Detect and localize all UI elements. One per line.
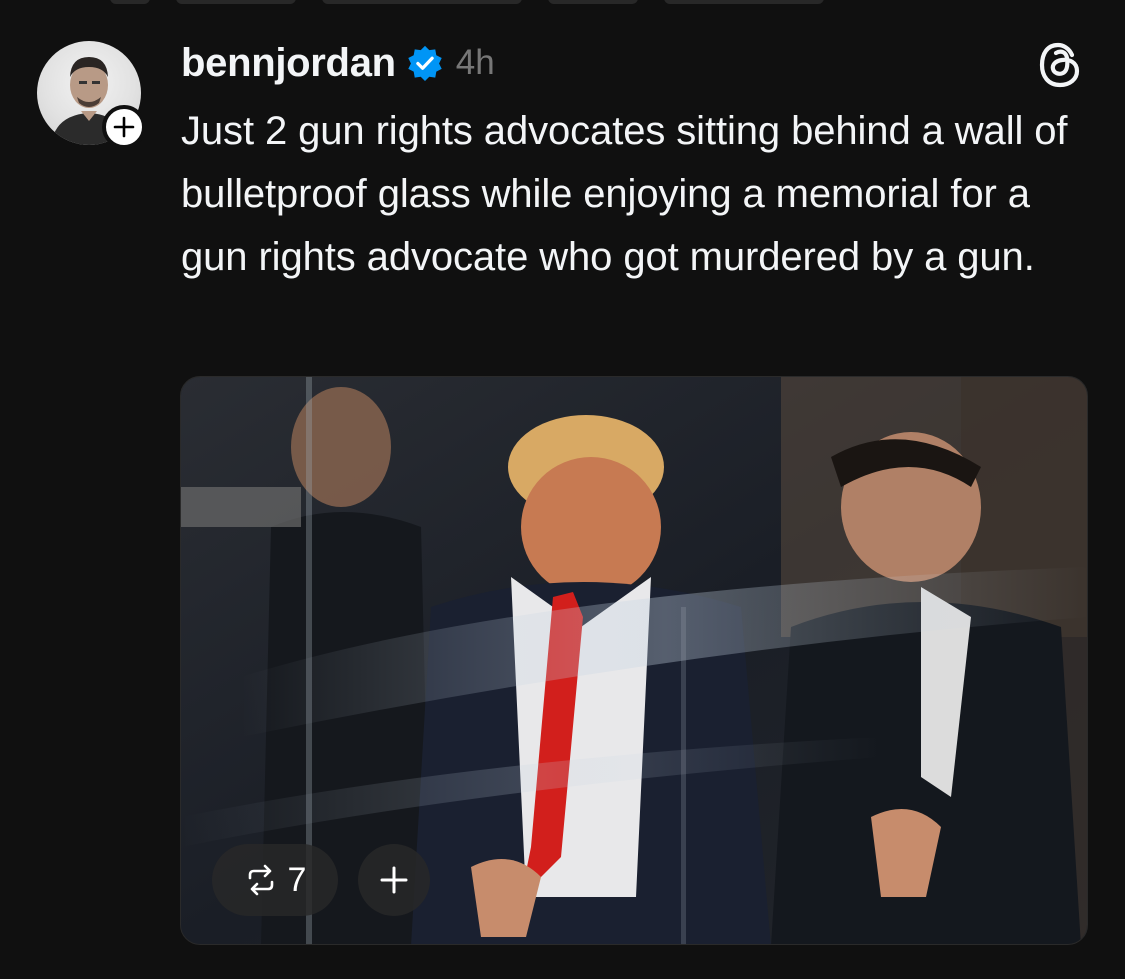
- username[interactable]: bennjordan: [181, 41, 396, 86]
- follow-button[interactable]: [102, 105, 146, 149]
- thread-post: bennjordan 4h Just 2 gun rights advocate…: [0, 0, 1125, 979]
- threads-logo-icon[interactable]: [1036, 40, 1086, 90]
- repost-count: 7: [287, 860, 307, 899]
- post-timestamp: 4h: [455, 43, 495, 82]
- post-header: bennjordan 4h: [181, 38, 495, 88]
- add-button[interactable]: [358, 844, 430, 916]
- plus-icon: [380, 866, 408, 894]
- post-text: Just 2 gun rights advocates sitting behi…: [181, 109, 1068, 279]
- avatar-container[interactable]: [37, 41, 146, 149]
- verified-badge-icon: [408, 45, 442, 82]
- repost-icon: [248, 864, 273, 896]
- repost-button[interactable]: 7: [212, 844, 338, 916]
- plus-icon: [113, 116, 135, 138]
